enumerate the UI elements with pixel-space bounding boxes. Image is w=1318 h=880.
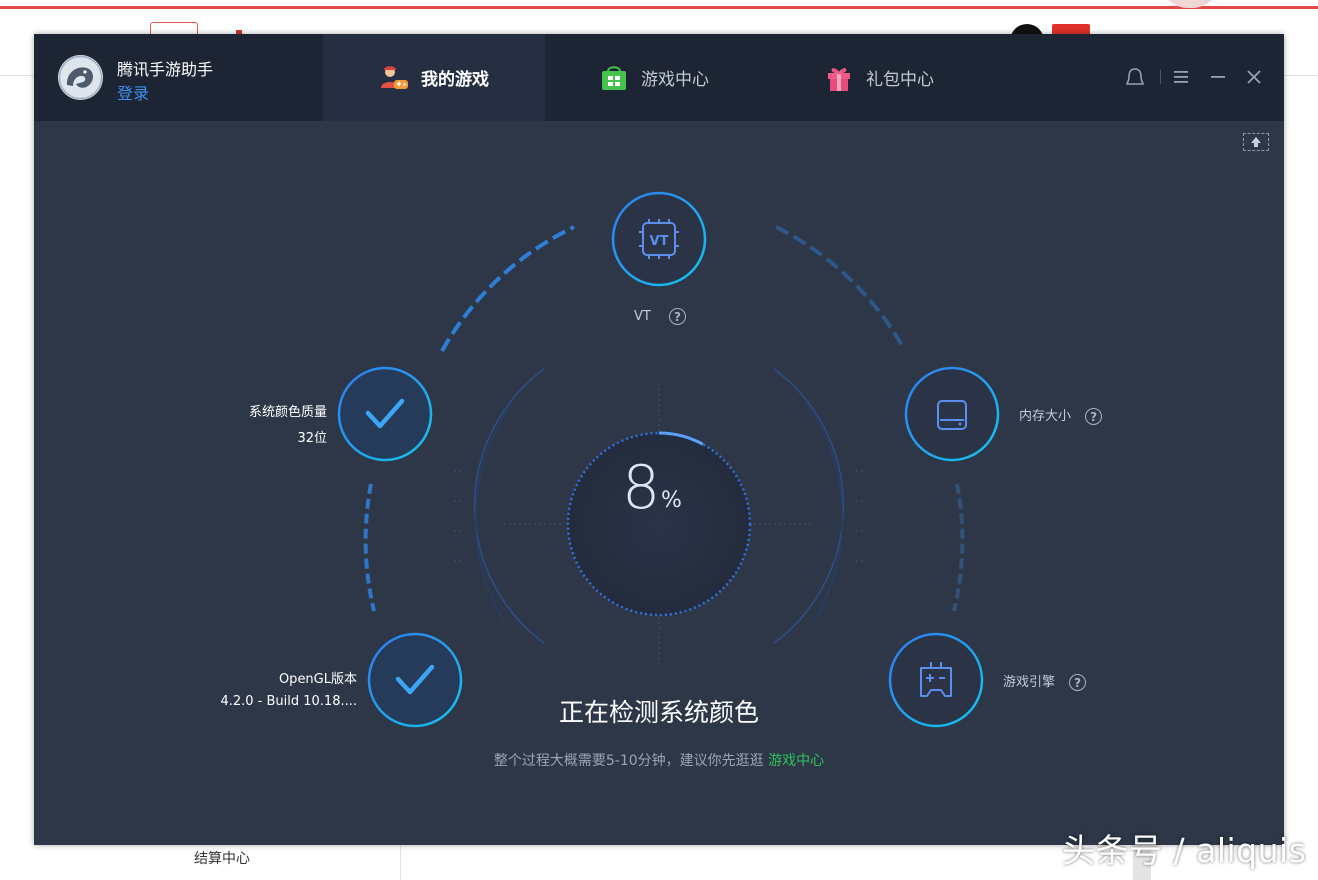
- menu-button[interactable]: [1169, 65, 1193, 89]
- background-column-divider: [400, 845, 401, 880]
- game-center-link[interactable]: 游戏中心: [768, 753, 824, 769]
- tab-my-games-label: 我的游戏: [421, 70, 489, 90]
- minimize-icon: [1211, 76, 1225, 78]
- close-button[interactable]: [1242, 65, 1266, 89]
- detection-hint: 整个过程大概需要5-10分钟，建议你先逛逛 游戏中心: [34, 750, 1284, 770]
- tab-gift-center[interactable]: 礼包中心: [824, 34, 934, 121]
- skin-button[interactable]: [1123, 65, 1147, 89]
- engine-label-row: 游戏引擎 ?: [1003, 671, 1087, 691]
- background-footer-link[interactable]: 结算中心: [194, 848, 250, 868]
- svg-text:VT: VT: [650, 234, 669, 249]
- tab-my-games[interactable]: 我的游戏: [323, 34, 545, 121]
- vt-label-row: VT ?: [634, 308, 686, 325]
- login-link[interactable]: 登录: [117, 80, 149, 104]
- close-icon: [1247, 70, 1261, 84]
- detection-status: 正在检测系统颜色: [558, 698, 759, 727]
- watermark: 头条号 / aliquis: [1062, 831, 1307, 870]
- memory-node: [904, 366, 1000, 462]
- tab-game-center-label: 游戏中心: [641, 70, 709, 90]
- memory-help-icon[interactable]: ?: [1085, 408, 1103, 425]
- color-quality-value: 32位: [297, 431, 327, 446]
- title-bar: 腾讯手游助手 登录 我的游戏 游戏中心 礼包中心: [34, 34, 1284, 121]
- shopping-bag-icon: [599, 63, 629, 93]
- skin-icon: [1126, 68, 1144, 85]
- gift-icon: [824, 63, 854, 93]
- opengl-label: OpenGL版本: [278, 672, 357, 687]
- memory-label-row: 内存大小 ?: [1019, 405, 1103, 425]
- progress-percent-sign: %: [661, 488, 682, 513]
- color-quality-node: [337, 366, 433, 462]
- menu-icon: [1174, 71, 1188, 83]
- detection-hint-text: 整个过程大概需要5-10分钟，建议你先逛逛: [493, 753, 764, 769]
- app-name: 腾讯手游助手: [117, 60, 214, 79]
- progress-percent-value: 8: [622, 453, 661, 523]
- engine-help-icon[interactable]: ?: [1069, 674, 1087, 691]
- app-logo-icon: [58, 55, 103, 100]
- vt-help-icon[interactable]: ?: [668, 308, 686, 325]
- tab-game-center[interactable]: 游戏中心: [599, 34, 709, 121]
- vt-label: VT: [634, 309, 651, 324]
- minimize-button[interactable]: [1206, 65, 1230, 89]
- vt-node: VT: [611, 191, 707, 287]
- engine-label: 游戏引擎: [1003, 675, 1056, 690]
- detection-stage: VT 8 % VT ? 内存大小 ? 游戏引擎 ? 系统颜色质量 32位 Ope…: [34, 121, 1284, 845]
- background-top-line: [0, 6, 1318, 9]
- controls-separator: [1160, 70, 1161, 84]
- color-quality-label: 系统颜色质量: [248, 405, 327, 420]
- tab-gift-center-label: 礼包中心: [866, 70, 934, 90]
- app-window: 腾讯手游助手 登录 我的游戏 游戏中心 礼包中心 VT 8 % VT ? 内存大…: [34, 34, 1284, 845]
- player-controller-icon: [379, 63, 409, 93]
- memory-label: 内存大小: [1019, 409, 1072, 424]
